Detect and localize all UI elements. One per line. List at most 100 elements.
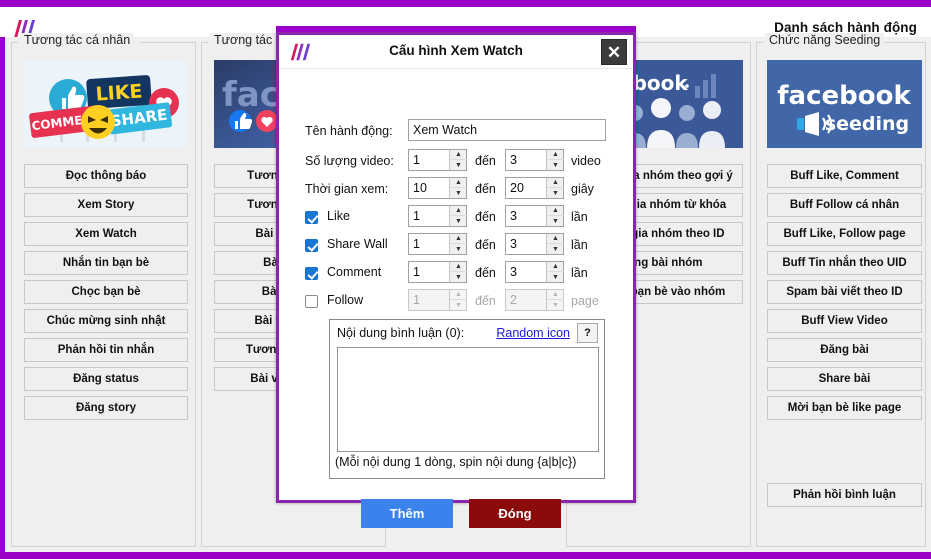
share-wall-min-stepper[interactable]: ▲ ▼	[408, 233, 467, 255]
watch-time-min-input[interactable]	[409, 178, 449, 198]
action-button[interactable]: Buff Like, Follow page	[767, 222, 922, 246]
action-button[interactable]: Đăng status	[24, 367, 188, 391]
stepper-buttons[interactable]: ▲ ▼	[449, 234, 467, 254]
range-separator: đến	[475, 210, 496, 224]
close-icon[interactable]: ✕	[601, 39, 627, 65]
stepper-down-icon[interactable]: ▼	[547, 160, 564, 170]
stepper-down-icon[interactable]: ▼	[450, 188, 467, 198]
comment-min-input[interactable]	[409, 262, 449, 282]
action-button[interactable]: Đăng bài	[767, 338, 922, 362]
action-button[interactable]: Nhắn tin bạn bè	[24, 251, 188, 275]
stepper-buttons[interactable]: ▲ ▼	[449, 150, 467, 170]
stepper-up-icon[interactable]: ▲	[547, 150, 564, 160]
like-label: Like	[327, 209, 350, 223]
random-icon-link[interactable]: Random icon	[496, 326, 570, 340]
stepper-down-icon[interactable]: ▼	[450, 272, 467, 282]
stepper-buttons[interactable]: ▲ ▼	[546, 206, 564, 226]
panel-tuong-tac-ca-nhan: Tương tác cá nhân LIKE COMMENT SHARE Đọc…	[11, 33, 196, 547]
action-button[interactable]: Chúc mừng sinh nhật	[24, 309, 188, 333]
stepper-buttons[interactable]: ▲ ▼	[449, 206, 467, 226]
like-min-input[interactable]	[409, 206, 449, 226]
action-button[interactable]: Buff View Video	[767, 309, 922, 333]
stepper-down-icon[interactable]: ▼	[547, 216, 564, 226]
comment-content-group: Nội dung bình luận (0): Random icon ? (M…	[329, 319, 605, 479]
stepper-down-icon[interactable]: ▼	[450, 244, 467, 254]
action-button[interactable]: Buff Follow cá nhân	[767, 193, 922, 217]
stepper-buttons[interactable]: ▲ ▼	[449, 262, 467, 282]
video-count-label: Số lượng video:	[305, 154, 394, 168]
action-button[interactable]: Đọc thông báo	[24, 164, 188, 188]
like-max-stepper[interactable]: ▲ ▼	[505, 205, 564, 227]
stepper-up-icon[interactable]: ▲	[450, 234, 467, 244]
action-button[interactable]: Buff Tin nhắn theo UID	[767, 251, 922, 275]
action-button[interactable]: Xem Watch	[24, 222, 188, 246]
close-button[interactable]: Đóng	[469, 499, 561, 528]
comment-content-textarea[interactable]	[337, 347, 599, 452]
follow-checkbox[interactable]	[305, 295, 318, 308]
action-button[interactable]: Phản hồi tin nhắn	[24, 338, 188, 362]
share-wall-checkbox[interactable]	[305, 239, 318, 252]
stepper-down-icon[interactable]: ▼	[450, 160, 467, 170]
video-count-max-input[interactable]	[506, 150, 546, 170]
stepper-down-icon[interactable]: ▼	[547, 272, 564, 282]
like-comment-share-banner: LIKE COMMENT SHARE	[24, 60, 188, 148]
share-wall-label: Share Wall	[327, 237, 388, 251]
stepper-up-icon[interactable]: ▲	[450, 150, 467, 160]
action-button[interactable]: Spam bài viết theo ID	[767, 280, 922, 304]
share-wall-max-stepper[interactable]: ▲ ▼	[505, 233, 564, 255]
video-count-max-stepper[interactable]: ▲ ▼	[505, 149, 564, 171]
follow-min-input	[409, 290, 449, 310]
stepper-buttons: ▲ ▼	[449, 290, 467, 310]
action-button[interactable]: Xem Story	[24, 193, 188, 217]
video-count-unit: video	[571, 154, 601, 168]
video-count-min-input[interactable]	[409, 150, 449, 170]
add-button[interactable]: Thêm	[361, 499, 453, 528]
stepper-up-icon[interactable]: ▲	[547, 178, 564, 188]
like-checkbox[interactable]	[305, 211, 318, 224]
stepper-down-icon[interactable]: ▼	[547, 244, 564, 254]
action-button[interactable]: Share bài	[767, 367, 922, 391]
action-button[interactable]: Phản hồi bình luận	[767, 483, 922, 507]
stepper-up-icon: ▲	[547, 290, 564, 300]
comment-max-stepper[interactable]: ▲ ▼	[505, 261, 564, 283]
comment-checkbox[interactable]	[305, 267, 318, 280]
watch-time-max-input[interactable]	[506, 178, 546, 198]
watch-time-unit: giây	[571, 182, 594, 196]
watch-time-max-stepper[interactable]: ▲ ▼	[505, 177, 564, 199]
stepper-buttons[interactable]: ▲ ▼	[546, 262, 564, 282]
svg-text:facebook: facebook	[777, 81, 911, 111]
like-min-stepper[interactable]: ▲ ▼	[408, 205, 467, 227]
svg-text:LIKE: LIKE	[95, 80, 143, 105]
action-button[interactable]: Buff Like, Comment	[767, 164, 922, 188]
config-dialog: Cấu hình Xem Watch ✕ Tên hành động: Số l…	[276, 26, 636, 528]
stepper-buttons[interactable]: ▲ ▼	[449, 178, 467, 198]
stepper-down-icon: ▼	[552, 301, 559, 309]
share-wall-min-input[interactable]	[409, 234, 449, 254]
stepper-up-icon[interactable]: ▲	[547, 262, 564, 272]
video-count-min-stepper[interactable]: ▲ ▼	[408, 149, 467, 171]
watch-time-min-stepper[interactable]: ▲ ▼	[408, 177, 467, 199]
stepper-down-icon: ▼	[455, 301, 462, 309]
stepper-buttons[interactable]: ▲ ▼	[546, 178, 564, 198]
action-button[interactable]: Chọc bạn bè	[24, 280, 188, 304]
comment-max-input[interactable]	[506, 262, 546, 282]
stepper-down-icon[interactable]: ▼	[547, 188, 564, 198]
comment-label: Comment	[327, 265, 382, 279]
action-name-input[interactable]	[408, 119, 606, 141]
stepper-up-icon[interactable]: ▲	[547, 206, 564, 216]
stepper-buttons[interactable]: ▲ ▼	[546, 150, 564, 170]
share-wall-max-input[interactable]	[506, 234, 546, 254]
help-icon[interactable]: ?	[577, 323, 598, 343]
action-button[interactable]: Mời bạn bè like page	[767, 396, 922, 420]
follow-unit: page	[571, 294, 599, 308]
stepper-up-icon[interactable]: ▲	[450, 178, 467, 188]
stepper-up-icon[interactable]: ▲	[547, 234, 564, 244]
action-button[interactable]: Đăng story	[24, 396, 188, 420]
dialog-accent-bar	[276, 26, 636, 32]
stepper-buttons[interactable]: ▲ ▼	[546, 234, 564, 254]
like-max-input[interactable]	[506, 206, 546, 226]
stepper-up-icon[interactable]: ▲	[450, 262, 467, 272]
stepper-down-icon[interactable]: ▼	[450, 216, 467, 226]
comment-min-stepper[interactable]: ▲ ▼	[408, 261, 467, 283]
stepper-up-icon[interactable]: ▲	[450, 206, 467, 216]
